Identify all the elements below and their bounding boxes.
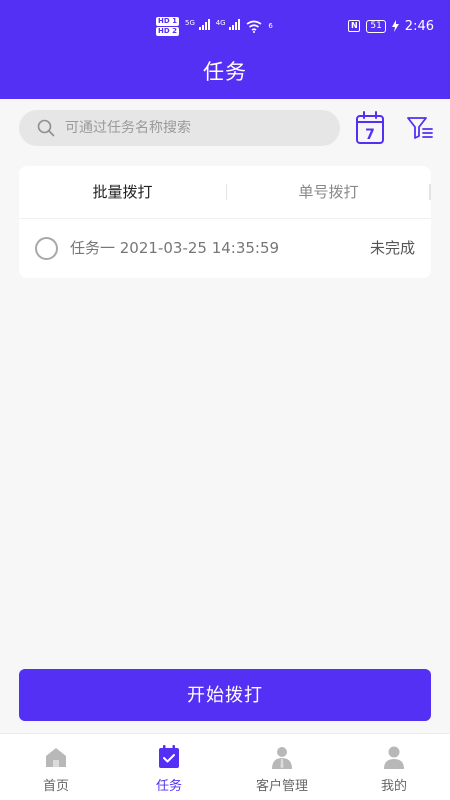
calendar-icon: 7 [356, 111, 384, 144]
status-bar: HD 1 HD 2 5G 4G 6 N 51 2:46 [0, 0, 450, 52]
signal-2: 4G [216, 19, 241, 33]
hd-badge-1: HD 1 [156, 16, 179, 26]
nav-label-task: 任务 [155, 779, 182, 794]
nav-item-task[interactable]: 任务 [113, 734, 225, 800]
customer-icon [272, 747, 292, 769]
calendar-day: 7 [365, 127, 375, 143]
status-right: N 51 2:46 [348, 16, 434, 36]
signal-bars-icon [198, 19, 210, 30]
nav-item-customer[interactable]: 客户管理 [226, 734, 338, 800]
search-icon [37, 119, 55, 137]
clock: 2:46 [404, 18, 434, 34]
search-input[interactable] [65, 120, 315, 136]
battery-level: 51 [370, 20, 382, 31]
task-radio[interactable] [35, 237, 58, 260]
tab-edge-divider [429, 184, 431, 200]
nav-item-home[interactable]: 首页 [0, 734, 112, 800]
nav-label-home: 首页 [42, 779, 69, 794]
filter-icon [407, 117, 433, 139]
hd-badges: HD 1 HD 2 [156, 16, 179, 36]
signal-bars-icon [229, 19, 241, 30]
signal-indicators: HD 1 HD 2 5G 4G 6 [156, 14, 273, 38]
hd-badge-2: HD 2 [156, 26, 179, 36]
calendar-button[interactable]: 7 [355, 111, 385, 145]
battery-icon: 51 [366, 19, 386, 33]
task-row[interactable]: 任务一 2021-03-25 14:35:59 未完成 [19, 219, 431, 278]
start-dial-button[interactable]: 开始拨打 [19, 669, 431, 721]
task-name: 任务一 2021-03-25 14:35:59 [70, 239, 280, 257]
nav-label-profile: 我的 [380, 779, 407, 794]
app-header: HD 1 HD 2 5G 4G 6 N 51 2:46 任务 [0, 0, 450, 99]
nfc-icon: N [348, 20, 361, 32]
page-title: 任务 [203, 60, 247, 84]
tab-batch-dial[interactable]: 批量拨打 [19, 166, 226, 218]
network-type-1: 5G [184, 19, 195, 27]
dial-mode-tabs: 批量拨打 单号拨打 [19, 166, 431, 218]
filter-button[interactable] [406, 114, 434, 142]
task-icon [159, 745, 179, 768]
tab-single-dial[interactable]: 单号拨打 [226, 166, 431, 218]
bottom-nav: 首页 任务 客户管理 我的 [0, 733, 450, 800]
wifi-tag: 6 [268, 22, 273, 30]
wifi-icon [246, 20, 262, 33]
task-status: 未完成 [369, 239, 415, 257]
home-icon [46, 748, 66, 767]
profile-icon [384, 746, 404, 769]
network-type-2: 4G [215, 19, 226, 27]
signal-1: 5G [185, 19, 210, 33]
charging-icon [391, 20, 399, 32]
nav-label-customer: 客户管理 [255, 779, 308, 794]
search-row: 7 [0, 108, 450, 148]
nav-item-profile[interactable]: 我的 [338, 734, 450, 800]
task-card: 批量拨打 单号拨打 任务一 2021-03-25 14:35:59 未完成 [19, 166, 431, 278]
search-box[interactable] [19, 110, 340, 146]
